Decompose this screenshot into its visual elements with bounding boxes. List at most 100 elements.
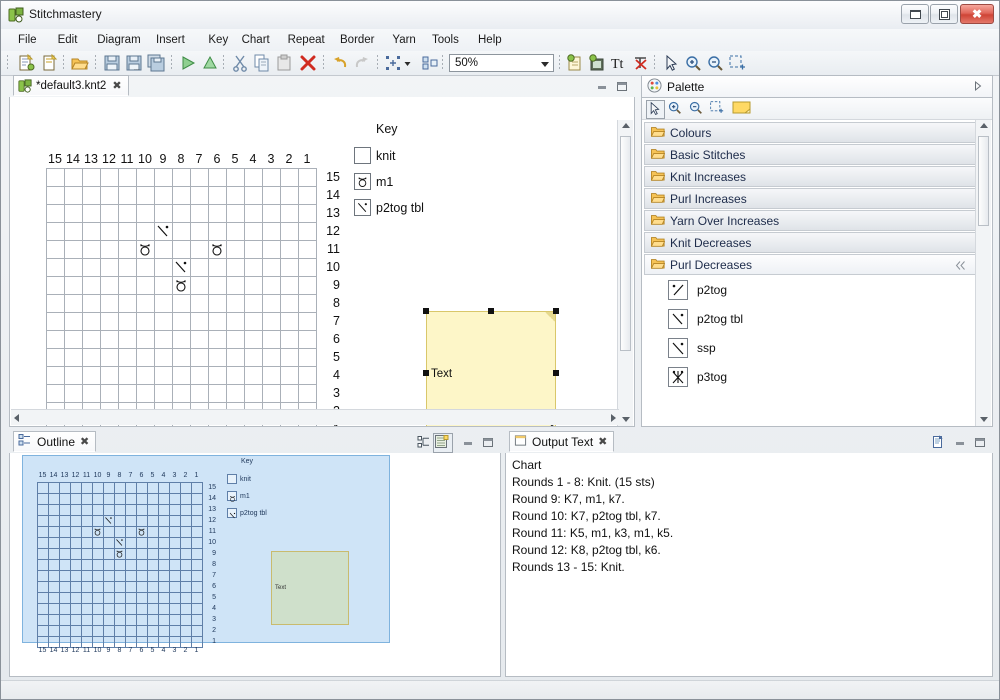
palette-vertical-scrollbar[interactable] — [975, 120, 991, 426]
chart-cell[interactable] — [173, 313, 191, 331]
export-image-icon[interactable] — [566, 54, 584, 72]
chart-cell[interactable] — [227, 385, 245, 403]
maximize-view-icon[interactable] — [615, 79, 629, 93]
chart-cell[interactable] — [173, 331, 191, 349]
key-entry[interactable]: knit — [354, 147, 395, 164]
chart-cell[interactable] — [47, 331, 65, 349]
selection-handle[interactable] — [423, 370, 429, 376]
chart-cell[interactable] — [119, 169, 137, 187]
chart-cell[interactable] — [119, 331, 137, 349]
chart-cell[interactable] — [191, 295, 209, 313]
chart-cell[interactable] — [209, 295, 227, 313]
menu-item-diagram[interactable]: Diagram — [92, 32, 145, 48]
menu-item-border[interactable]: Border — [335, 32, 380, 48]
maximize-view-icon[interactable] — [973, 435, 987, 449]
chart-cell[interactable] — [65, 295, 83, 313]
menu-item-insert[interactable]: Insert — [151, 32, 190, 48]
chart-cell[interactable] — [263, 187, 281, 205]
chart-symbol-m1[interactable] — [208, 240, 226, 258]
chart-cell[interactable] — [281, 349, 299, 367]
chart-cell[interactable] — [83, 295, 101, 313]
chart-cell[interactable] — [245, 259, 263, 277]
chart-cell[interactable] — [137, 349, 155, 367]
chart-cell[interactable] — [65, 385, 83, 403]
chart-cell[interactable] — [173, 187, 191, 205]
chart-cell[interactable] — [101, 313, 119, 331]
chart-cell[interactable] — [101, 331, 119, 349]
chart-cell[interactable] — [137, 295, 155, 313]
zoom-out-tool-icon[interactable] — [688, 100, 705, 117]
chart-cell[interactable] — [101, 295, 119, 313]
copy-icon[interactable] — [253, 54, 271, 72]
chart-symbol-p2tog-tbl[interactable] — [154, 222, 172, 240]
chart-cell[interactable] — [155, 205, 173, 223]
undo-icon[interactable] — [331, 54, 349, 72]
chart-cell[interactable] — [299, 259, 317, 277]
chart-cell[interactable] — [65, 169, 83, 187]
chart-cell[interactable] — [101, 367, 119, 385]
redo-icon[interactable] — [353, 54, 371, 72]
chart-cell[interactable] — [245, 331, 263, 349]
chart-cell[interactable] — [155, 385, 173, 403]
chart-cell[interactable] — [101, 223, 119, 241]
chart-cell[interactable] — [209, 223, 227, 241]
chart-cell[interactable] — [299, 187, 317, 205]
chart-cell[interactable] — [263, 331, 281, 349]
key-entry[interactable]: m1 — [354, 173, 393, 190]
palette-item-p2tog[interactable]: p2tog — [644, 276, 976, 304]
chart-cell[interactable] — [173, 223, 191, 241]
chart-cell[interactable] — [227, 223, 245, 241]
chart-cell[interactable] — [137, 187, 155, 205]
chart-cell[interactable] — [227, 259, 245, 277]
chart-cell[interactable] — [299, 367, 317, 385]
chart-cell[interactable] — [299, 331, 317, 349]
chart-cell[interactable] — [263, 367, 281, 385]
chart-cell[interactable] — [83, 187, 101, 205]
chart-cell[interactable] — [47, 367, 65, 385]
chart-cell[interactable] — [209, 259, 227, 277]
chart-cell[interactable] — [227, 277, 245, 295]
chart-cell[interactable] — [155, 313, 173, 331]
chart-cell[interactable] — [191, 223, 209, 241]
palette-category-purl-decreases[interactable]: Purl Decreases — [644, 254, 976, 275]
chart-cell[interactable] — [137, 169, 155, 187]
chart-cell[interactable] — [245, 223, 263, 241]
palette-category-colours[interactable]: Colours — [644, 122, 976, 143]
chart-cell[interactable] — [65, 241, 83, 259]
zoom-in-tool-icon[interactable] — [667, 100, 684, 117]
menu-item-key[interactable]: Key — [203, 32, 233, 48]
chart-cell[interactable] — [173, 349, 191, 367]
chart-cell[interactable] — [101, 241, 119, 259]
chart-cell[interactable] — [299, 223, 317, 241]
palette-category-yarn-over-increases[interactable]: Yarn Over Increases — [644, 210, 976, 231]
chart-cell[interactable] — [281, 205, 299, 223]
chart-cell[interactable] — [263, 313, 281, 331]
chart-cell[interactable] — [47, 277, 65, 295]
minimize-window-button[interactable] — [901, 4, 929, 24]
chart-cell[interactable] — [65, 367, 83, 385]
thumbnail-view-icon[interactable] — [433, 433, 453, 453]
chart-cell[interactable] — [101, 259, 119, 277]
chart-cell[interactable] — [47, 313, 65, 331]
chart-cell[interactable] — [173, 295, 191, 313]
chart-cell[interactable] — [299, 169, 317, 187]
chart-cell[interactable] — [227, 205, 245, 223]
chart-cell[interactable] — [119, 259, 137, 277]
chart-cell[interactable] — [191, 277, 209, 295]
maximize-window-button[interactable] — [930, 4, 958, 24]
chart-cell[interactable] — [119, 385, 137, 403]
chart-cell[interactable] — [155, 331, 173, 349]
chart-cell[interactable] — [173, 205, 191, 223]
chart-cell[interactable] — [65, 187, 83, 205]
menu-item-tools[interactable]: Tools — [427, 32, 464, 48]
chart-cell[interactable] — [191, 313, 209, 331]
chevron-down-icon[interactable] — [403, 54, 412, 72]
chart-cell[interactable] — [101, 349, 119, 367]
chart-cell[interactable] — [83, 241, 101, 259]
chart-cell[interactable] — [119, 295, 137, 313]
chart-cell[interactable] — [281, 331, 299, 349]
chart-cell[interactable] — [245, 187, 263, 205]
copy-text-icon[interactable] — [931, 435, 945, 449]
chart-cell[interactable] — [263, 205, 281, 223]
chart-cell[interactable] — [263, 277, 281, 295]
